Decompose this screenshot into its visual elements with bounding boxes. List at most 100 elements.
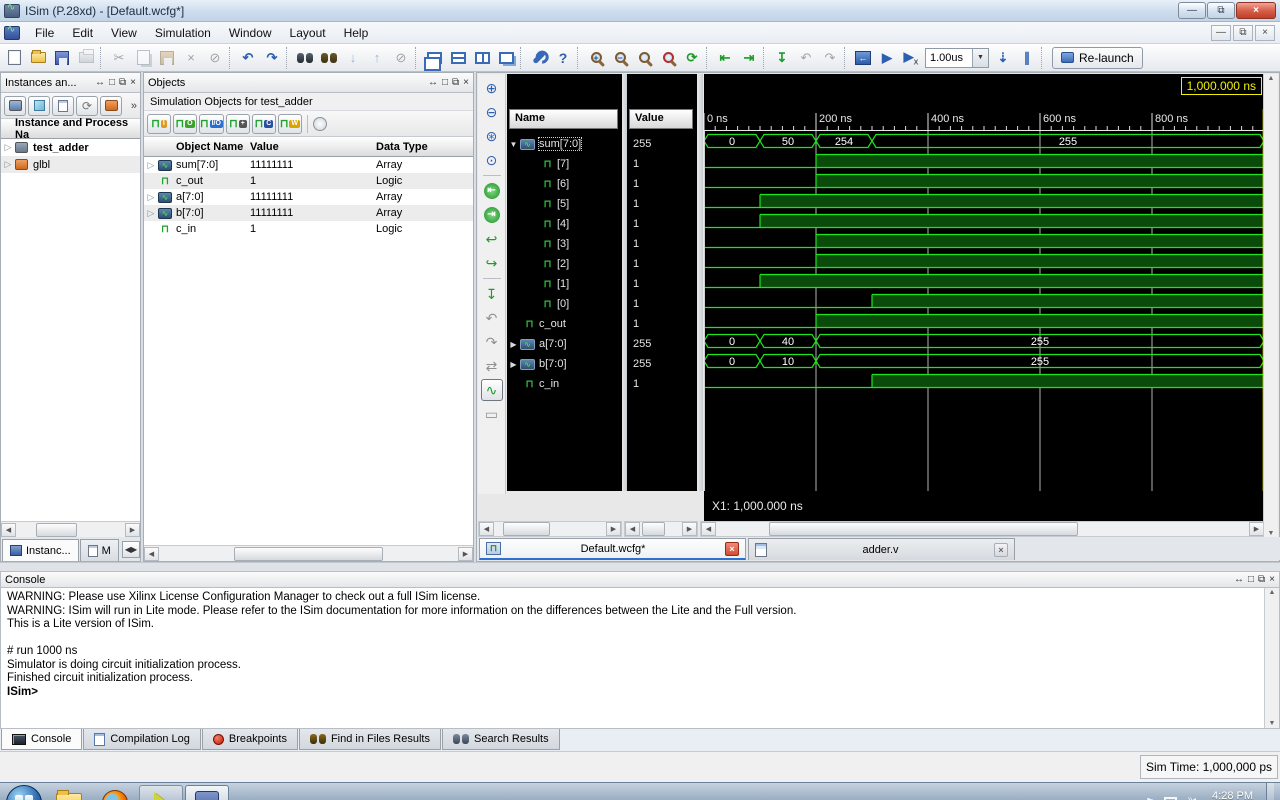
wave-vscrollbar[interactable]: ▲ ▼ (1263, 74, 1278, 538)
goto-next-button[interactable]: ↓ (342, 47, 364, 69)
wave-signal-value[interactable]: 1 (627, 314, 697, 334)
wave-trace-[6][interactable] (704, 173, 1264, 189)
wave-zoom-in-button[interactable]: ⊕ (481, 77, 503, 99)
instances-filter-instance-button[interactable] (4, 95, 26, 116)
scroll-right-icon[interactable]: ▶ (682, 522, 697, 536)
print-button[interactable] (75, 47, 97, 69)
init-marker-button[interactable]: ↧ (771, 47, 793, 69)
zoom-cursor-button[interactable] (657, 47, 679, 69)
tab-close-icon[interactable]: × (994, 542, 1008, 557)
instances-tab-instances[interactable]: Instanc... (2, 539, 79, 561)
wave-undo-button[interactable]: ↶ (481, 307, 503, 329)
instances-hscrollbar[interactable]: ◀ ▶ (1, 521, 140, 537)
run-time-combo[interactable]: 1.00us ▼ (925, 47, 989, 68)
wave-signal-name[interactable]: ⊓ [0] (507, 294, 622, 314)
block-button[interactable]: ⊘ (204, 47, 226, 69)
preferences-button[interactable] (528, 47, 550, 69)
taskbar-firefox-button[interactable] (93, 785, 137, 800)
name-hscrollbar[interactable]: ◀ ▶ (478, 521, 622, 537)
undo-button[interactable]: ↶ (237, 47, 259, 69)
paste-button[interactable] (156, 47, 178, 69)
scroll-right-icon[interactable]: ▶ (1249, 522, 1264, 536)
wave-trace-[0][interactable] (704, 293, 1264, 309)
instances-refresh-button[interactable]: ⟳ (76, 95, 98, 116)
wave-signal-value[interactable]: 1 (627, 274, 697, 294)
save-button[interactable] (51, 47, 73, 69)
wave-signal-value[interactable]: 1 (627, 194, 697, 214)
break-button[interactable]: ∥ (1016, 47, 1038, 69)
wave-goto-start-button[interactable]: ⇤ (481, 180, 503, 202)
wave-name-header[interactable]: Name (509, 109, 618, 129)
wave-signal-value[interactable]: 1 (627, 214, 697, 234)
document-tab-adder-v[interactable]: adder.v × (748, 538, 1015, 560)
wave-signal-value[interactable]: 255 (627, 334, 697, 354)
instances-maximize-button[interactable]: □ (109, 77, 115, 88)
run-button[interactable]: ▶ (876, 47, 898, 69)
wave-signal-name[interactable]: ⊓ [1] (507, 274, 622, 294)
objects-hscrollbar[interactable]: ◀ ▶ (144, 545, 473, 561)
console-output[interactable]: WARNING: Please use Xilinx License Confi… (1, 588, 1264, 728)
new-file-button[interactable] (3, 47, 25, 69)
tile-vertical-button[interactable] (471, 47, 493, 69)
wave-signal-name[interactable]: ⊓ [2] (507, 254, 622, 274)
run-for-time-button[interactable]: ▶X (900, 47, 922, 69)
wave-trace-b[7:0][interactable]: 0 10 255 (704, 353, 1265, 369)
relaunch-button[interactable]: Re-launch (1052, 46, 1143, 69)
start-button[interactable] (6, 784, 42, 800)
taskbar-clock[interactable]: 4:28 PM 11/7/2012 (1205, 790, 1257, 800)
doc-close-button[interactable]: × (1255, 24, 1275, 41)
instances-filter-process-button[interactable] (52, 95, 74, 116)
wave-trace-[1][interactable] (704, 273, 1264, 289)
object-row[interactable]: ▷ ∿ sum[7:0] 11111111 Array (144, 157, 473, 173)
cut-button[interactable]: ✂ (108, 47, 130, 69)
scroll-left-icon[interactable]: ◀ (701, 522, 716, 536)
window-close-button[interactable]: × (1236, 2, 1276, 19)
console-float-button[interactable]: ⧉ (1258, 574, 1265, 585)
objects-col-value[interactable]: Value (250, 141, 376, 153)
run-all-button[interactable]: ← (852, 47, 874, 69)
action-center-flag-icon[interactable]: ⚑ (1145, 796, 1155, 800)
wave-signal-name[interactable]: ⊓ c_in (507, 374, 622, 394)
zoom-in-button[interactable]: + (585, 47, 607, 69)
scroll-up-icon[interactable]: ▲ (1269, 589, 1276, 596)
objects-float-button[interactable]: ⧉ (452, 77, 459, 88)
scroll-right-icon[interactable]: ▶ (125, 522, 140, 537)
instance-row[interactable]: ▷ glbl (1, 156, 140, 173)
toolbar-overflow-button[interactable]: » (131, 100, 137, 112)
instances-filter-package-button[interactable] (28, 95, 50, 116)
object-row[interactable]: ⊓ c_in 1 Logic (144, 221, 473, 237)
wave-ruler-button[interactable]: ▭ (481, 403, 503, 425)
wave-goto-end-button[interactable]: ⇥ (481, 204, 503, 226)
instances-float-button[interactable]: ⧉ (119, 77, 126, 88)
taskbar-explorer-button[interactable] (47, 785, 91, 800)
restart-button[interactable]: ⇤ (714, 47, 736, 69)
wave-trace-a[7:0][interactable]: 0 40 255 (704, 333, 1265, 349)
open-button[interactable] (27, 47, 49, 69)
objects-col-name[interactable]: Object Name (144, 141, 250, 153)
tab-close-icon[interactable]: × (725, 541, 739, 556)
tree-arrow-icon[interactable]: ▶ (507, 340, 520, 349)
combo-dropdown-icon[interactable]: ▼ (972, 48, 988, 67)
wave-signal-name[interactable]: ▼ ∿ sum[7:0] (507, 134, 622, 154)
stop-search-button[interactable]: ⊘ (390, 47, 412, 69)
instances-filter-module-button[interactable] (100, 95, 122, 116)
tree-arrow-icon[interactable]: ▼ (507, 140, 520, 149)
zoom-out-button[interactable]: − (609, 47, 631, 69)
object-row[interactable]: ▷ ∿ a[7:0] 11111111 Array (144, 189, 473, 205)
objects-close-button[interactable]: × (463, 77, 469, 88)
objects-filter-c-button[interactable]: ⊓ C (251, 113, 276, 134)
wave-trace-[7][interactable] (704, 153, 1264, 169)
wave-zoom-out-button[interactable]: ⊖ (481, 101, 503, 123)
wave-signal-value[interactable]: 1 (627, 294, 697, 314)
wave-trace-c_out[interactable] (704, 313, 1264, 329)
instances-column-header[interactable]: Instance and Process Na (15, 117, 140, 141)
wave-signal-name[interactable]: ⊓ [5] (507, 194, 622, 214)
wave-signal-value[interactable]: 255 (627, 134, 697, 154)
scroll-down-icon[interactable]: ▼ (1268, 530, 1275, 537)
wave-signal-value[interactable]: 255 (627, 354, 697, 374)
object-row[interactable]: ▷ ∿ b[7:0] 11111111 Array (144, 205, 473, 221)
wave-signal-name[interactable]: ⊓ [3] (507, 234, 622, 254)
scroll-left-icon[interactable]: ◀ (1, 522, 16, 537)
wave-signal-value[interactable]: 1 (627, 154, 697, 174)
wave-signal-name[interactable]: ▶ ∿ b[7:0] (507, 354, 622, 374)
